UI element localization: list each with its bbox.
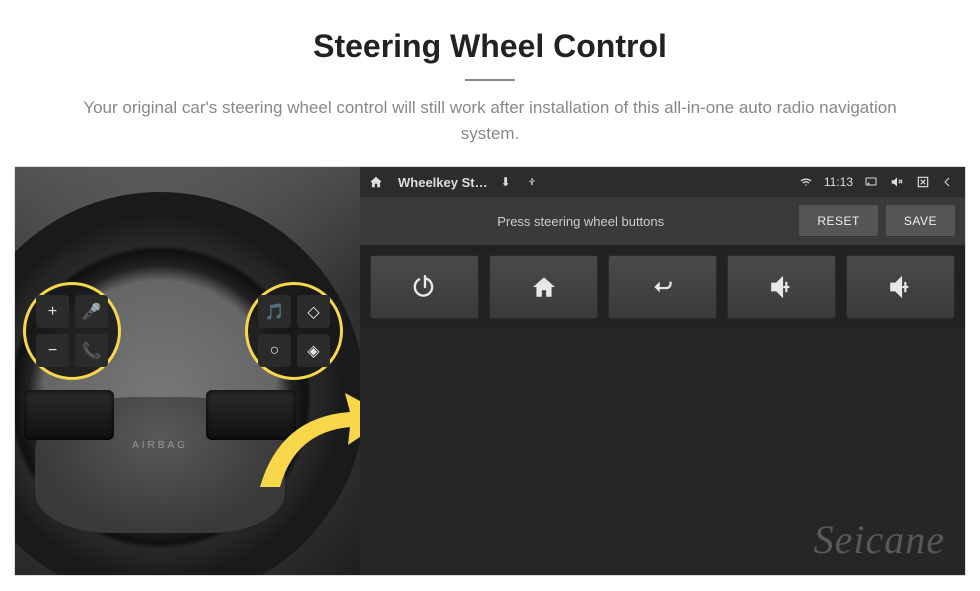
wheel-voice-icon: 🎤 <box>75 295 108 328</box>
page-title: Steering Wheel Control <box>0 0 980 65</box>
volume-up-icon <box>769 274 795 300</box>
home-icon <box>531 274 557 300</box>
status-app-title: Wheelkey St… <box>398 175 488 190</box>
map-vol-up-button[interactable] <box>727 255 836 319</box>
reset-button[interactable]: RESET <box>799 205 878 237</box>
wheel-spoke-left <box>24 390 114 440</box>
home-icon[interactable] <box>368 175 384 189</box>
wheel-circle-icon: ○ <box>258 334 291 367</box>
page-subtitle: Your original car's steering wheel contr… <box>0 95 980 146</box>
toolbar-prompt: Press steering wheel buttons <box>370 214 791 229</box>
close-app-icon[interactable] <box>915 175 931 189</box>
wheel-nav-icon: ◈ <box>297 334 330 367</box>
power-icon <box>412 274 438 300</box>
save-button[interactable]: SAVE <box>886 205 955 237</box>
wheel-diamond-icon: ◇ <box>297 295 330 328</box>
brand-watermark: Seicane <box>814 516 945 563</box>
wheel-minus-icon: − <box>36 334 69 367</box>
back-arrow-icon <box>650 274 676 300</box>
map-back-button[interactable] <box>608 255 717 319</box>
mapping-row <box>360 245 965 329</box>
headunit-screen: Wheelkey St… ⬇ 11:13 Press <box>360 167 965 575</box>
map-power-button[interactable] <box>370 255 479 319</box>
volume-up-icon <box>888 274 914 300</box>
cast-icon[interactable] <box>863 176 879 188</box>
android-status-bar: Wheelkey St… ⬇ 11:13 <box>360 167 965 197</box>
wheel-plus-icon: + <box>36 295 69 328</box>
wheel-music-icon: 🎵 <box>258 295 291 328</box>
airbag-label: AIRBAG <box>132 440 188 451</box>
map-vol-up-2-button[interactable] <box>846 255 955 319</box>
wheel-phone-icon: 📞 <box>75 334 108 367</box>
hero-image: AIRBAG + 🎤 − 📞 🎵 ◇ ○ ◈ Wheelkey St… ⬇ <box>14 166 966 576</box>
usb-icon <box>524 175 540 189</box>
mute-icon[interactable] <box>889 175 905 189</box>
back-icon[interactable] <box>941 176 957 188</box>
map-home-button[interactable] <box>489 255 598 319</box>
title-underline <box>465 79 515 81</box>
wheel-callout-left: + 🎤 − 📞 <box>23 282 121 380</box>
status-time: 11:13 <box>824 175 853 189</box>
wheel-callout-right: 🎵 ◇ ○ ◈ <box>245 282 343 380</box>
wheel-spoke-right <box>206 390 296 440</box>
steering-wheel-panel: AIRBAG + 🎤 − 📞 🎵 ◇ ○ ◈ <box>15 167 360 575</box>
wifi-icon <box>798 176 814 188</box>
mapping-toolbar: Press steering wheel buttons RESET SAVE <box>360 197 965 245</box>
download-icon: ⬇ <box>498 175 514 189</box>
